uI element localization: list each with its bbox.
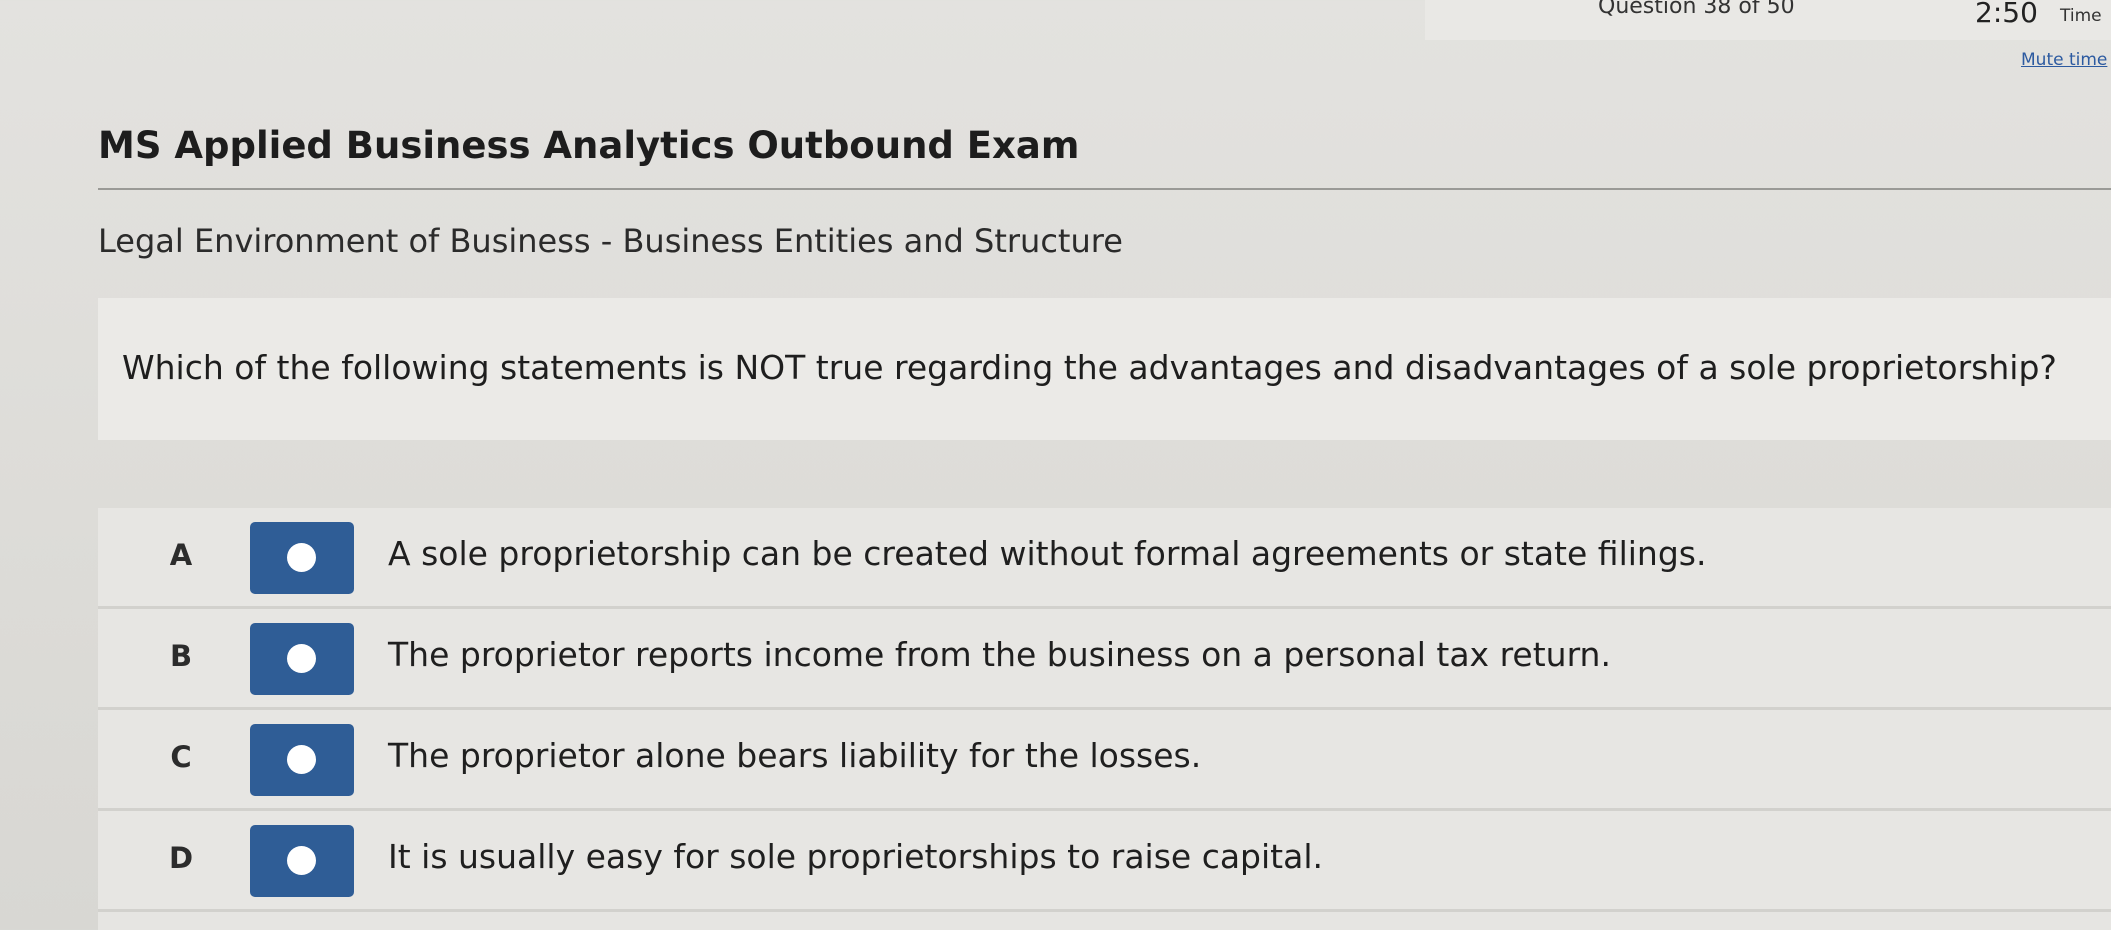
answer-option-a[interactable]: A A sole proprietorship can be created w… bbox=[98, 508, 2111, 609]
answer-letter: C bbox=[170, 740, 192, 774]
question-panel: Which of the following statements is NOT… bbox=[98, 298, 2111, 440]
exam-title: MS Applied Business Analytics Outbound E… bbox=[98, 124, 1080, 167]
answer-text: The proprietor reports income from the b… bbox=[388, 635, 1611, 674]
answer-text: A sole proprietorship can be created wit… bbox=[388, 534, 1707, 573]
title-divider bbox=[98, 188, 2111, 190]
answer-text: It is usually easy for sole proprietorsh… bbox=[388, 837, 1323, 876]
radio-dot-icon bbox=[287, 745, 316, 774]
radio-dot-icon bbox=[287, 543, 316, 572]
question-counter: Question 38 of 50 bbox=[1598, 0, 1795, 19]
mute-timer-link[interactable]: Mute time bbox=[2021, 50, 2107, 70]
answer-options: A A sole proprietorship can be created w… bbox=[98, 508, 2111, 930]
radio-dot-icon bbox=[287, 644, 316, 673]
answer-text: The proprietor alone bears liability for… bbox=[388, 736, 1202, 775]
answer-option-c[interactable]: C The proprietor alone bears liability f… bbox=[98, 710, 2111, 811]
timer-value: 2:50 bbox=[1975, 0, 2038, 29]
answer-letter: A bbox=[169, 538, 193, 572]
answer-radio-button[interactable] bbox=[250, 724, 354, 796]
radio-dot-icon bbox=[287, 846, 316, 875]
answer-radio-button[interactable] bbox=[250, 623, 354, 695]
answer-option-d[interactable]: D It is usually easy for sole proprietor… bbox=[98, 811, 2111, 912]
answer-option-b[interactable]: B The proprietor reports income from the… bbox=[98, 609, 2111, 710]
section-subtitle: Legal Environment of Business - Business… bbox=[98, 222, 1123, 260]
timer-label: Time bbox=[2060, 6, 2102, 26]
question-text: Which of the following statements is NOT… bbox=[122, 348, 2057, 387]
answer-letter: B bbox=[169, 639, 193, 673]
answer-radio-button[interactable] bbox=[250, 825, 354, 897]
answer-radio-button[interactable] bbox=[250, 522, 354, 594]
answer-letter: D bbox=[168, 841, 194, 875]
